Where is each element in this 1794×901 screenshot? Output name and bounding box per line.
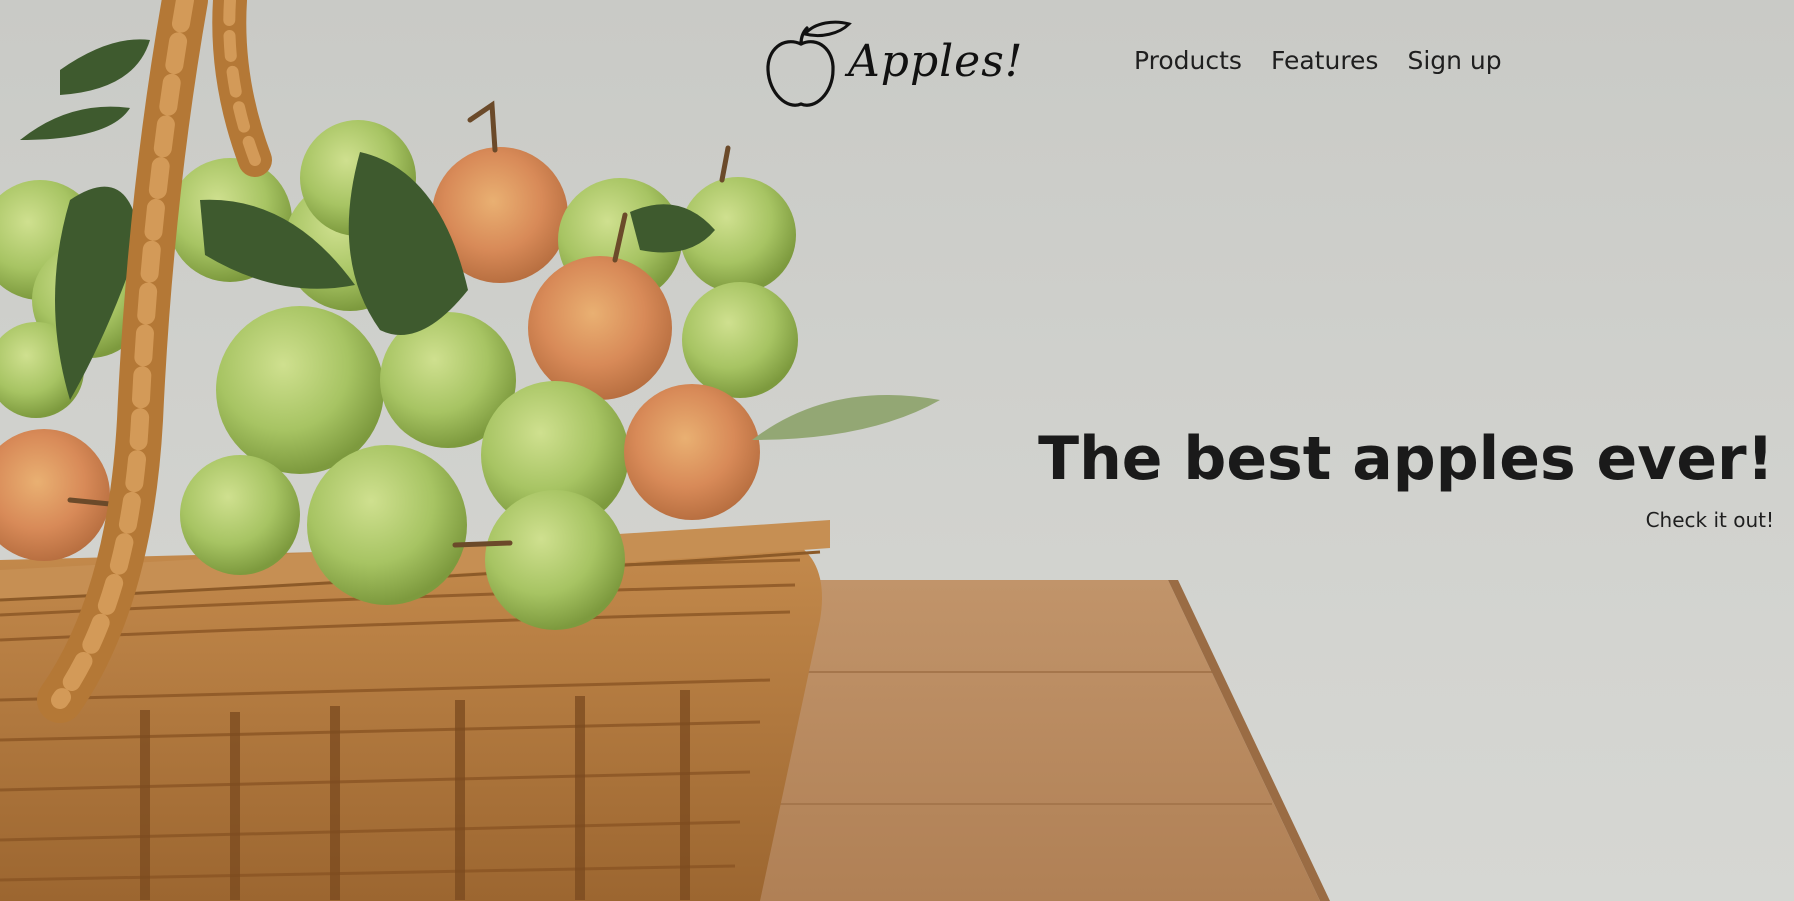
nav-link-products[interactable]: Products <box>1134 46 1242 75</box>
brand-name[interactable]: Apples! <box>848 40 1023 84</box>
nav-link-sign-up[interactable]: Sign up <box>1407 46 1501 75</box>
nav-link-features[interactable]: Features <box>1271 46 1379 75</box>
hero-headline: The best apples ever! <box>1038 424 1774 494</box>
main-nav: Products Features Sign up <box>1134 46 1502 75</box>
hero-section: Apples! Products Features Sign up The be… <box>0 0 1794 901</box>
hero-subline: Check it out! <box>1645 508 1774 532</box>
